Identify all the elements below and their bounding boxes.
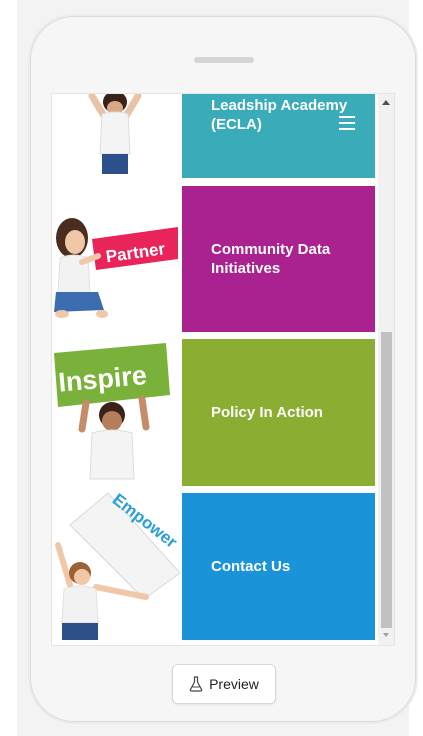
scroll-down-arrow-icon[interactable] [383,633,389,637]
tile-label-community-data: Community Data Initiatives [211,241,331,277]
child-photo-empower: Empower [52,493,180,640]
child-empower-sign-image: Empower [55,493,180,640]
tile-policy[interactable]: Policy In Action [182,339,375,486]
child-partner-sign-image: Partner [54,218,178,318]
vertical-scrollbar[interactable] [378,94,394,645]
flask-icon [189,676,203,692]
tile-community-data[interactable]: Community Data Initiatives [182,186,375,332]
child-photo-partner: Partner [52,186,180,332]
tile-ecla[interactable]: Leadship Academy (ECLA) [182,94,375,178]
tile-row-policy: Inspire Policy In Action [52,339,377,486]
phone-screen: Leadship Academy (ECLA) Partner Communit… [51,93,395,646]
scrollbar-thumb[interactable] [381,332,392,628]
preview-button-label: Preview [209,676,259,692]
preview-button[interactable]: Preview [172,664,276,704]
child-photo-ecla [52,94,180,178]
hamburger-menu-icon[interactable] [339,116,355,130]
phone-speaker [194,57,254,63]
scroll-up-arrow-icon[interactable] [382,100,390,105]
child-arms-up-image [88,94,142,174]
tile-contact[interactable]: Contact Us [182,493,375,640]
tile-row-ecla: Leadship Academy (ECLA) [52,94,377,178]
child-inspire-sign-image: Inspire [54,343,170,480]
tile-label-contact: Contact Us [211,558,291,575]
tile-row-contact: Empower Contact Us [52,493,377,640]
child-photo-inspire: Inspire [52,339,180,486]
tile-label-policy: Policy In Action [211,404,323,421]
tile-row-community-data: Partner Community Data Initiatives [52,186,377,332]
